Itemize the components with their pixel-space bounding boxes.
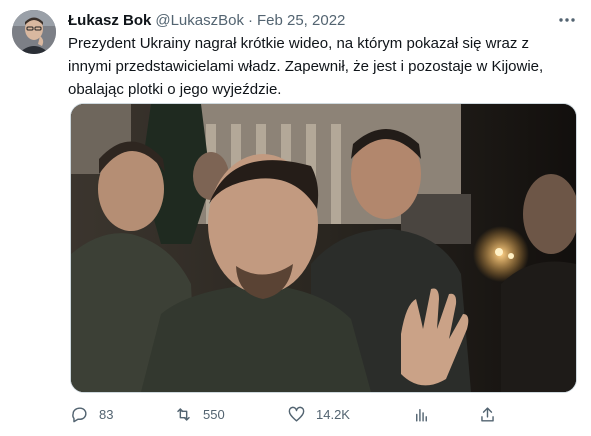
tweet-header: Łukasz Bok @LukaszBok · Feb 25, 2022 <box>68 10 345 30</box>
reply-button[interactable]: 83 <box>70 401 113 427</box>
reply-icon <box>72 406 87 422</box>
like-button[interactable]: 14.2K <box>287 401 350 427</box>
tweet-card[interactable]: Łukasz Bok @LukaszBok · Feb 25, 2022 Pre… <box>0 0 591 436</box>
share-button[interactable] <box>478 401 497 427</box>
tweet-video[interactable] <box>70 103 577 393</box>
tweet-text: Prezydent Ukrainy nagrał krótkie wideo, … <box>68 35 544 98</box>
heart-icon <box>288 406 305 422</box>
video-frame <box>71 104 576 392</box>
share-upload-icon <box>481 406 494 422</box>
more-options-button[interactable] <box>553 8 581 32</box>
analytics-button[interactable] <box>412 401 431 427</box>
separator-dot: · <box>247 11 253 29</box>
analytics-bar-icon <box>416 408 427 422</box>
reply-count: 83 <box>99 406 114 422</box>
retweet-icon <box>177 407 190 421</box>
tweet-actions: 83 550 14.2K <box>70 401 500 427</box>
author-name[interactable]: Łukasz Bok <box>68 12 151 29</box>
avatar[interactable] <box>12 10 56 54</box>
retweet-count: 550 <box>203 406 225 422</box>
like-count: 14.2K <box>316 406 350 422</box>
author-handle[interactable]: @LukaszBok <box>155 12 244 29</box>
retweet-button[interactable]: 550 <box>174 401 225 427</box>
more-horizontal-icon <box>559 18 575 22</box>
tweet-date[interactable]: Feb 25, 2022 <box>257 12 345 29</box>
avatar-photo <box>12 10 56 54</box>
